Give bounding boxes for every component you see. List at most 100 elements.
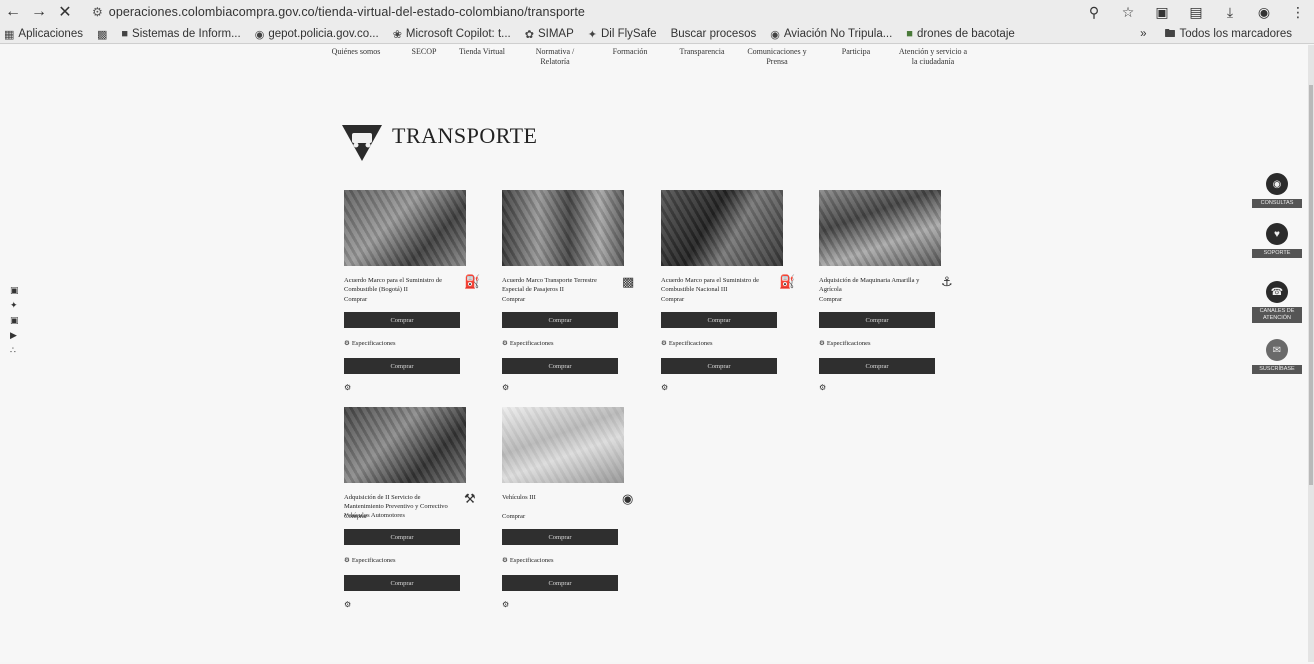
- menu-icon[interactable]: ⋮: [1288, 4, 1308, 21]
- bookmark-apps[interactable]: ▦ Aplicaciones: [4, 28, 83, 41]
- social-links: ▣ ✦ ▣ ▶ ∴: [10, 285, 19, 356]
- nav-atencion[interactable]: Atención y servicio a la ciudadanía: [898, 47, 968, 67]
- gear-icon: ⚙: [502, 340, 508, 347]
- card-sub: Comprar: [502, 296, 526, 303]
- buy-button[interactable]: Comprar: [502, 529, 618, 545]
- profile-icon[interactable]: ◉: [1254, 4, 1274, 21]
- buy-button[interactable]: Comprar: [344, 529, 460, 545]
- bookmarks-bar: ▦ Aplicaciones ▩ ■ Sistemas de Inform... ◉…: [0, 24, 1314, 44]
- simap-icon: ✿: [524, 28, 534, 41]
- back-icon[interactable]: ←: [0, 1, 26, 23]
- forward-icon[interactable]: →: [26, 1, 52, 23]
- product-card: Acuerdo Marco para el Suministro de Comb…: [344, 190, 480, 392]
- sidebar-icon[interactable]: ▤: [1186, 4, 1206, 21]
- nav-participa[interactable]: Participa: [836, 47, 876, 57]
- bookmark-buscar[interactable]: Buscar procesos: [671, 28, 757, 40]
- product-card: Acuerdo Marco Transporte Terrestre Espec…: [502, 190, 634, 392]
- card-image[interactable]: [344, 190, 466, 266]
- more-bookmarks-button[interactable]: »: [1140, 28, 1146, 40]
- buy-button[interactable]: Comprar: [819, 312, 935, 328]
- card-title[interactable]: Acuerdo Marco para el Suministro de Comb…: [344, 276, 448, 294]
- buy-button[interactable]: Comprar: [344, 358, 460, 374]
- youtube-icon[interactable]: ▶: [10, 330, 19, 341]
- card-image[interactable]: [661, 190, 783, 266]
- gear-icon: ⚙: [819, 383, 827, 392]
- product-card: Adquisición de II Servicio de Mantenimie…: [344, 407, 476, 609]
- bookmark-drones[interactable]: ■ drones de bacotaje: [906, 28, 1014, 40]
- card-image[interactable]: [344, 407, 466, 483]
- bookmarks-right: » 🖿 Todos los marcadores: [1140, 24, 1306, 44]
- card-image[interactable]: [819, 190, 941, 266]
- buy-button[interactable]: Comprar: [344, 312, 460, 328]
- buy-button[interactable]: Comprar: [819, 358, 935, 374]
- buy-button[interactable]: Comprar: [661, 312, 777, 328]
- buy-button[interactable]: Comprar: [502, 312, 618, 328]
- buy-button[interactable]: Comprar: [661, 358, 777, 374]
- product-card: Acuerdo Marco para el Suministro de Comb…: [661, 190, 795, 392]
- close-icon[interactable]: ✕: [52, 1, 78, 23]
- card-sub: Comprar: [819, 296, 843, 303]
- nav-transparencia[interactable]: Transparencia: [674, 47, 730, 57]
- download-icon[interactable]: ⤓: [1220, 4, 1240, 21]
- star-icon[interactable]: ☆: [1118, 4, 1138, 21]
- rss-icon[interactable]: ∴: [10, 345, 19, 356]
- extensions-icon[interactable]: ▣: [1152, 4, 1172, 21]
- gear-icon: ⚙: [344, 383, 352, 392]
- drone-icon: ◉: [770, 28, 780, 41]
- consultas-icon: ◉: [1266, 173, 1288, 195]
- card-title[interactable]: Acuerdo Marco Transporte Terrestre Espec…: [502, 276, 612, 294]
- card-sub: Comprar: [502, 513, 526, 520]
- bus-icon: ▩: [622, 274, 635, 289]
- twitter-icon[interactable]: ✦: [10, 300, 19, 311]
- nav-quienes-somos[interactable]: Quiénes somos: [328, 47, 384, 57]
- specifications-link[interactable]: ⚙ Especificaciones: [502, 339, 554, 348]
- card-image[interactable]: [502, 407, 624, 483]
- gear-icon: ⚙: [819, 340, 825, 347]
- apps-grid-icon: ▦: [4, 28, 15, 41]
- card-sub: Comprar: [344, 513, 368, 520]
- bookmark-simap[interactable]: ✿ SIMAP: [525, 28, 574, 41]
- bookmark-gepot[interactable]: ◉ gepot.policia.gov.co...: [255, 28, 379, 41]
- zoom-icon[interactable]: ⚲: [1084, 4, 1104, 21]
- nav-tienda-virtual[interactable]: Tienda Virtual: [454, 47, 510, 57]
- buy-button[interactable]: Comprar: [502, 358, 618, 374]
- card-title[interactable]: Vehículos III: [502, 493, 602, 502]
- bookmark-aviacion[interactable]: ◉ Aviación No Tripula...: [770, 28, 892, 41]
- address-bar[interactable]: operaciones.colombiacompra.gov.co/tienda…: [109, 5, 585, 19]
- nav-normativa[interactable]: Normativa / Relatoría: [534, 47, 576, 67]
- product-card: Vehículos III ◉ Comprar Comprar ⚙ Especif…: [502, 407, 633, 609]
- site-icon: ■: [121, 28, 129, 40]
- tractor-icon: ⚓: [941, 274, 953, 289]
- facebook-icon[interactable]: ▣: [10, 285, 19, 296]
- bookmark-sistemas[interactable]: ■ Sistemas de Inform...: [121, 28, 240, 40]
- all-bookmarks-button[interactable]: 🖿 Todos los marcadores: [1165, 25, 1293, 44]
- specifications-link[interactable]: ⚙ Especificaciones: [344, 556, 396, 565]
- specifications-link[interactable]: ⚙ Especificaciones: [661, 339, 713, 348]
- gear-icon: ⚙: [661, 340, 667, 347]
- card-title[interactable]: Adquisición de Maquinaria Amarilla y Agr…: [819, 276, 927, 294]
- site-info-icon[interactable]: ⚙: [92, 5, 103, 19]
- nav-comunicaciones[interactable]: Comunicaciones y Prensa: [746, 47, 808, 67]
- eagle-icon: ✦: [587, 28, 597, 41]
- bookmark-grid[interactable]: ▩: [97, 28, 107, 41]
- linkedin-icon[interactable]: ▣: [10, 315, 19, 326]
- browser-chrome: ← → ✕ ⚙ operaciones.colombiacompra.gov.c…: [0, 0, 1314, 44]
- buy-button[interactable]: Comprar: [344, 575, 460, 591]
- gear-icon: ⚙: [661, 383, 669, 392]
- specifications-link[interactable]: ⚙ Especificaciones: [819, 339, 871, 348]
- buy-button[interactable]: Comprar: [502, 575, 618, 591]
- specifications-link[interactable]: ⚙ Especificaciones: [502, 556, 554, 565]
- page-content: Quiénes somos SECOP Tienda Virtual Norma…: [0, 45, 1314, 662]
- page-title: TRANSPORTE: [392, 123, 538, 148]
- card-sub: Comprar: [344, 296, 368, 303]
- scrollbar[interactable]: [1308, 45, 1314, 662]
- card-image[interactable]: [502, 190, 624, 266]
- bookmark-flysafe[interactable]: ✦ Dil FlySafe: [588, 28, 657, 41]
- card-title[interactable]: Acuerdo Marco para el Suministro de Comb…: [661, 276, 767, 294]
- nav-secop[interactable]: SECOP: [406, 47, 442, 57]
- specifications-link[interactable]: ⚙ Especificaciones: [344, 339, 396, 348]
- product-card: Adquisición de Maquinaria Amarilla y Agr…: [819, 190, 953, 392]
- nav-formacion[interactable]: Formación: [606, 47, 654, 57]
- bookmark-copilot[interactable]: ❀ Microsoft Copilot: t...: [393, 28, 511, 41]
- scrollbar-thumb[interactable]: [1309, 85, 1313, 485]
